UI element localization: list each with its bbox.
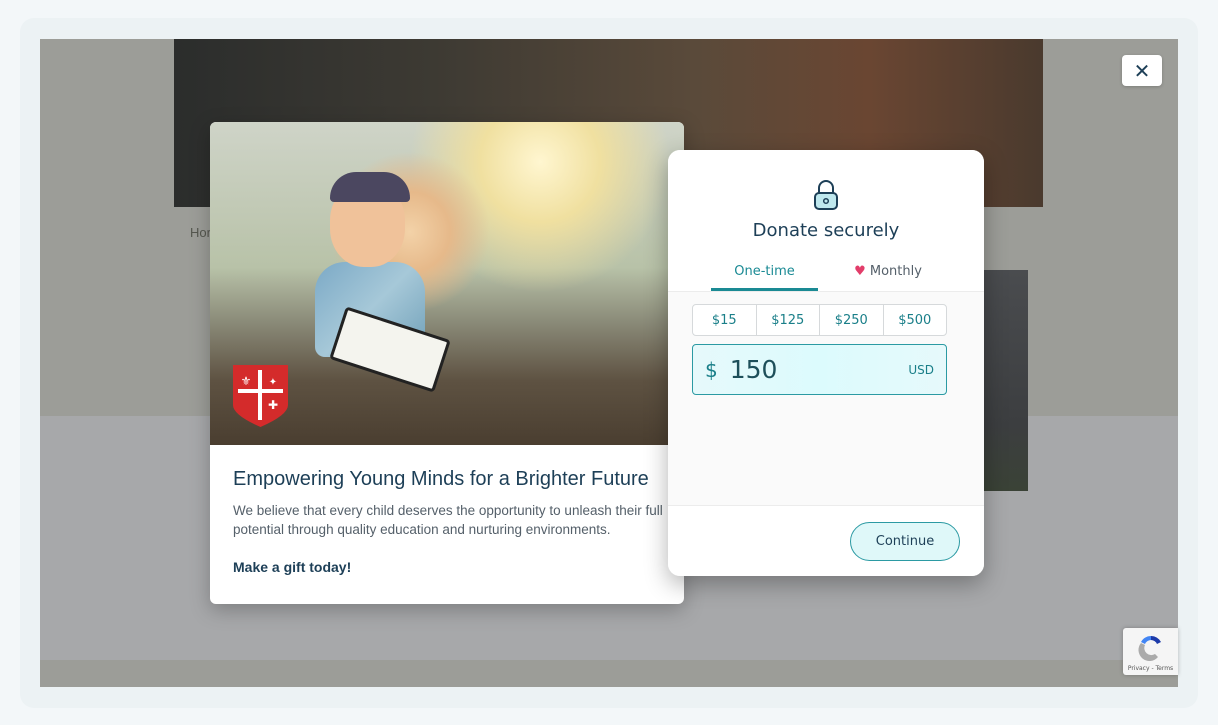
- recaptcha-links[interactable]: Privacy - Terms: [1123, 665, 1178, 672]
- amount-option-125[interactable]: $125: [757, 305, 820, 335]
- amount-input[interactable]: $ 150 USD: [692, 344, 947, 395]
- amount-options: $15 $125 $250 $500: [692, 304, 947, 336]
- tab-label: One-time: [734, 264, 795, 279]
- campaign-cta: Make a gift today!: [233, 559, 352, 575]
- campaign-title: Empowering Young Minds for a Brighter Fu…: [233, 468, 649, 490]
- tab-one-time[interactable]: One-time: [711, 264, 818, 291]
- campaign-card: ⚜ ✦ ✚ Empowering Young Minds for a Brigh…: [210, 122, 684, 604]
- donate-title: Donate securely: [752, 220, 900, 241]
- donation-form: Donate securely One-time ♥ Monthly $15 $…: [668, 150, 984, 576]
- photo-detail: [330, 172, 410, 202]
- breadcrumb[interactable]: Hor: [190, 225, 211, 240]
- amount-value[interactable]: 150: [730, 355, 909, 384]
- campaign-photo: ⚜ ✦ ✚: [210, 122, 684, 445]
- campaign-description: We believe that every child deserves the…: [233, 503, 663, 537]
- close-button[interactable]: ✕: [1122, 55, 1162, 86]
- shield-logo-icon: ⚜ ✦ ✚: [233, 365, 288, 427]
- heart-icon: ♥: [854, 264, 866, 279]
- side-image: [984, 270, 1028, 491]
- currency-code: USD: [908, 362, 934, 377]
- tab-monthly[interactable]: ♥ Monthly: [828, 264, 948, 291]
- close-icon: ✕: [1133, 58, 1151, 83]
- page-footer: [40, 660, 1178, 687]
- donation-header: Donate securely One-time ♥ Monthly: [668, 150, 984, 292]
- svg-text:✚: ✚: [268, 398, 278, 412]
- lock-icon: [814, 180, 838, 210]
- amount-option-15[interactable]: $15: [693, 305, 757, 335]
- amount-option-250[interactable]: $250: [820, 305, 884, 335]
- continue-button[interactable]: Continue: [850, 522, 960, 561]
- svg-text:⚜: ⚜: [241, 374, 252, 388]
- amount-option-500[interactable]: $500: [884, 305, 947, 335]
- currency-symbol: $: [705, 357, 718, 382]
- recaptcha-icon: [1138, 635, 1161, 661]
- recaptcha-badge[interactable]: Privacy - Terms: [1123, 628, 1178, 675]
- svg-text:✦: ✦: [269, 377, 277, 388]
- tab-label: Monthly: [869, 264, 922, 279]
- donation-footer: Continue: [668, 505, 984, 576]
